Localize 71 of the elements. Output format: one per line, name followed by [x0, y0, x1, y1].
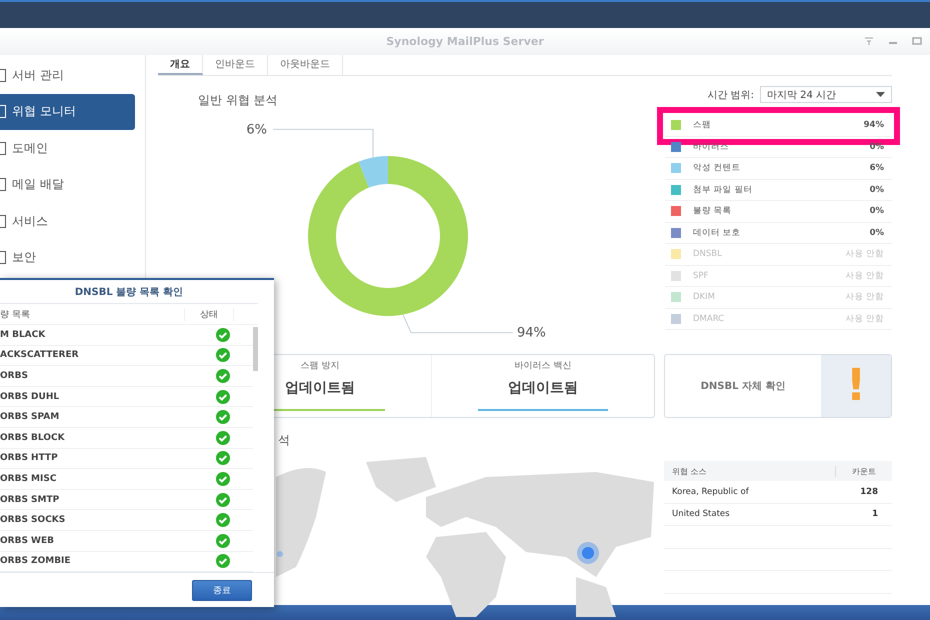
status-label: 스팸 방지 — [300, 360, 340, 372]
section-title: 석 — [278, 432, 291, 449]
column-header: 카운트 — [835, 466, 892, 476]
tab[interactable]: 개요 — [158, 55, 203, 75]
caret-icon — [876, 92, 885, 97]
table-cell-text: ORBS HTTP — [0, 453, 59, 464]
status-value: 업데이트됨 — [285, 379, 355, 397]
legend-label: DKIM — [693, 292, 716, 302]
legend-value: 6% — [870, 163, 884, 174]
legend-label: DMARC — [693, 314, 726, 324]
legend-value: 0% — [870, 184, 884, 195]
close-button[interactable]: 종료 — [192, 580, 252, 600]
legend-value: 94% — [864, 120, 884, 130]
table-cell-text: ORBS MISC — [0, 474, 58, 484]
table-cell-text: ORBS BLOCK — [0, 432, 66, 443]
tab[interactable]: 아웃바운드 — [268, 55, 343, 75]
legend-value: 사용 안함 — [845, 248, 884, 260]
column-header: 상태 — [184, 308, 234, 320]
table-cell-text: ORBS SPAM — [0, 412, 60, 422]
table-cell-text: ORBS DUHL — [0, 392, 60, 402]
sidebar-item[interactable]: 위협 모니터 — [0, 94, 135, 130]
sidebar-item[interactable]: 보안 — [0, 240, 145, 276]
dnsbl-label: DNSBL 자체 확인 — [700, 380, 786, 393]
scrollbar[interactable] — [253, 327, 258, 371]
legend-label: DNSBL — [693, 249, 723, 260]
slice-label: 6% — [246, 122, 267, 138]
table-cell-text: ORBS ZOMBIE — [0, 556, 72, 566]
sidebar-item[interactable]: 도메인 — [0, 130, 145, 166]
status-value: 업데이트됨 — [508, 379, 578, 397]
section-title: 일반 위협 분석 — [198, 92, 279, 109]
time-range-label: 시간 범위: — [707, 88, 754, 102]
table-cell-text: M BLACK — [0, 330, 46, 340]
table-cell-text: Korea, Republic of — [671, 486, 750, 497]
table-cell-text: ORBS WEB — [0, 536, 55, 546]
time-range-dropdown[interactable]: 마지막 24 시간 — [760, 86, 892, 103]
table-cell-text: ORBS SMTP — [0, 494, 60, 505]
legend-label: 첨부 파일 필터 — [693, 184, 754, 196]
legend-value: 사용 안함 — [845, 312, 884, 325]
sidebar-item[interactable]: 서버 관리 — [0, 57, 145, 93]
window-title: Synology MailPlus Server — [386, 35, 544, 48]
warning-mark: ! — [846, 364, 866, 408]
table-cell-text: 1 — [871, 509, 879, 520]
sidebar-item[interactable]: 메일 배달 — [0, 166, 145, 202]
sidebar-item[interactable]: 서비스 — [0, 203, 145, 239]
column-header: 량 목록 — [0, 308, 31, 320]
legend-value: 사용 안함 — [845, 291, 884, 304]
table-cell-text: United States — [671, 509, 731, 520]
dialog-title: DNSBL 불량 목록 확인 — [0, 280, 258, 304]
slice-label: 94% — [517, 326, 546, 341]
table-cell-text: ORBS — [0, 370, 29, 381]
table-cell-text: 128 — [859, 486, 879, 497]
status-label: 바이러스 백신 — [514, 360, 572, 372]
pin-icon[interactable] — [864, 37, 874, 45]
legend-value: 0% — [870, 228, 884, 238]
location-marker[interactable] — [277, 551, 283, 557]
legend-label: SPF — [693, 270, 710, 281]
legend-label: 스팸 — [693, 119, 712, 132]
legend-label: 데이터 보호 — [693, 226, 742, 239]
legend-value: 0% — [870, 206, 884, 216]
location-marker[interactable] — [577, 542, 599, 564]
maximize-icon[interactable] — [912, 37, 922, 45]
legend-label: 바이러스 — [693, 140, 730, 153]
table-cell-text: ACKSCATTERER — [0, 350, 80, 360]
column-header: 위협 소스 — [671, 466, 708, 476]
legend-label: 불량 목록 — [693, 205, 733, 218]
legend-value: 사용 안함 — [845, 270, 884, 282]
table-cell-text: ORBS SOCKS — [0, 515, 66, 526]
dnsbl-card[interactable]: DNSBL 자체 확인 ! — [664, 354, 892, 418]
legend-label: 악성 컨텐트 — [693, 162, 742, 174]
legend-value: 0% — [870, 142, 884, 152]
tab[interactable]: 인바운드 — [203, 55, 268, 75]
